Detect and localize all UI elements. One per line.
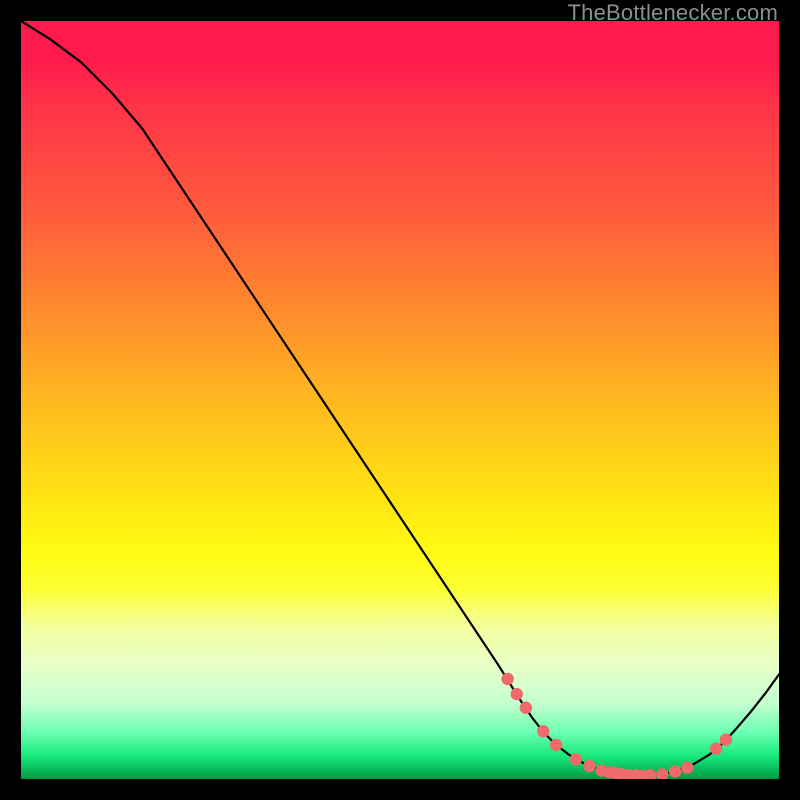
chart-svg	[21, 21, 779, 779]
data-marker	[570, 753, 582, 765]
data-marker	[537, 725, 549, 737]
curve-line	[21, 21, 779, 776]
data-marker	[511, 688, 523, 700]
data-marker	[583, 760, 595, 772]
data-marker	[550, 739, 562, 751]
data-marker	[720, 733, 732, 745]
data-marker	[681, 761, 693, 773]
data-marker	[669, 765, 681, 777]
data-marker	[710, 742, 722, 754]
data-marker	[656, 768, 668, 779]
data-marker	[501, 673, 513, 685]
chart-container: TheBottlenecker.com	[0, 0, 800, 800]
data-marker	[520, 702, 532, 714]
plot-area	[21, 21, 779, 779]
data-marker	[644, 769, 656, 779]
watermark-text: TheBottlenecker.com	[568, 0, 778, 26]
